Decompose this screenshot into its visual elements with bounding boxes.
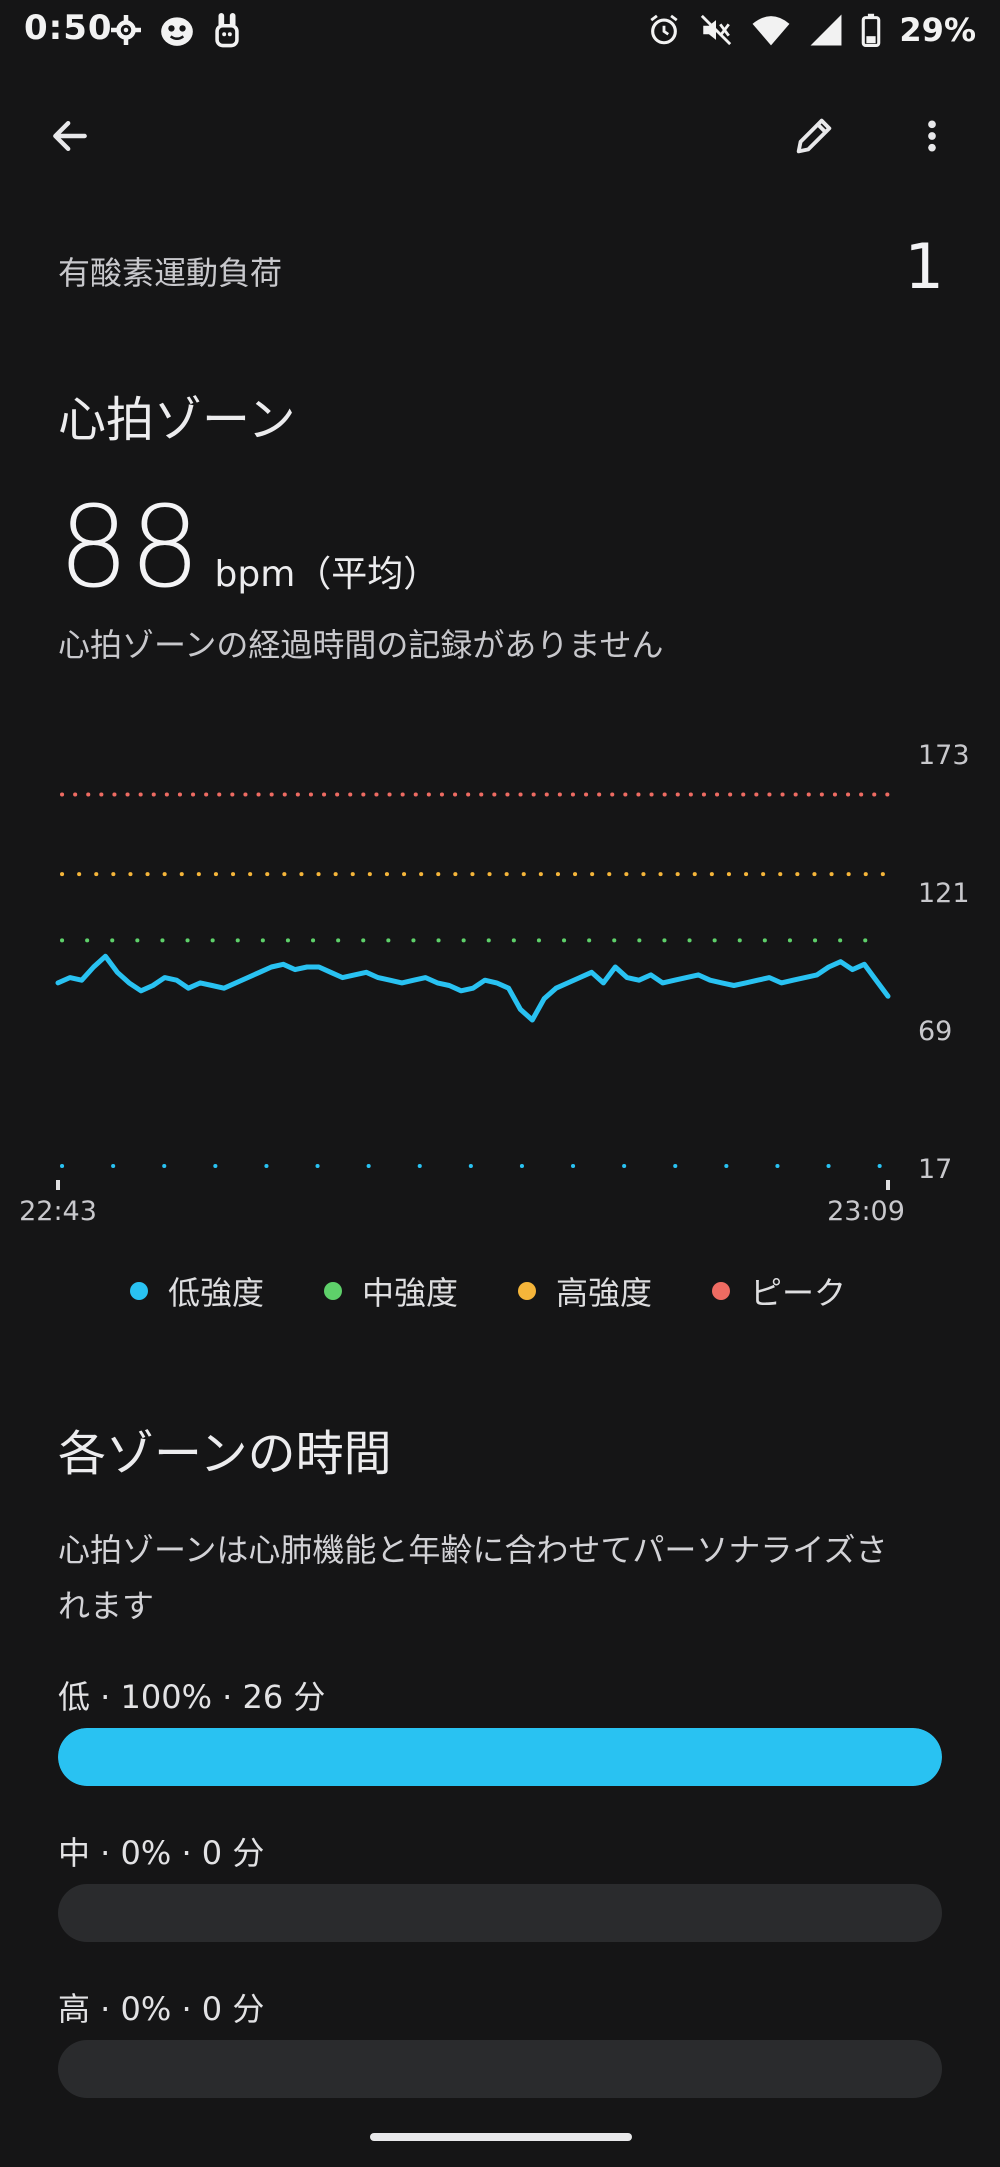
zone-no-record-note: 心拍ゾーンの経過時間の記録がありません [58, 626, 664, 664]
wifi-icon [752, 16, 790, 46]
aerobic-load-label: 有酸素運動負荷 [58, 254, 283, 292]
aerobic-load-value: 1 [904, 230, 944, 303]
status-system-icons: 29% [647, 8, 976, 52]
battery-icon [862, 13, 881, 47]
zone-mid-bar [58, 1884, 942, 1942]
back-button[interactable] [38, 104, 102, 168]
legend-low-label: 低強度 [168, 1274, 265, 1312]
alarm-icon [650, 14, 679, 45]
legend-mid-label: 中強度 [362, 1274, 459, 1312]
more-options-button[interactable] [900, 104, 964, 168]
x-label-end: 23:09 [827, 1196, 905, 1227]
legend-high-label: 高強度 [556, 1274, 653, 1312]
settings-sync-icon [111, 15, 141, 45]
zone-mid-label: 中 · 0% · 0 分 [58, 1834, 265, 1872]
more-vert-icon [928, 120, 936, 152]
app-face-icon [161, 17, 193, 46]
y-tick-label: 17 [918, 1154, 952, 1185]
zone-low-bar [58, 1728, 942, 1786]
heart-rate-chart: 173 121 69 17 22:43 23:09 [19, 740, 970, 1227]
signal-icon [810, 14, 842, 46]
x-label-start: 22:43 [19, 1196, 97, 1227]
legend-low: 低強度 [130, 1268, 264, 1314]
pencil-icon [796, 118, 832, 154]
legend-mid-dot [324, 1282, 343, 1300]
status-notification-icons [108, 8, 244, 52]
zones-time-title: 各ゾーンの時間 [58, 1426, 392, 1482]
legend-peak: ピーク [712, 1268, 846, 1314]
y-tick-label: 121 [918, 878, 970, 909]
heart-rate-line [55, 953, 891, 1023]
zones-description-line1: 心拍ゾーンは心肺機能と年齢に合わせてパーソナライズさ [58, 1531, 888, 1569]
heart-zone-title: 心拍ゾーン [58, 392, 296, 448]
legend-peak-label: ピーク [750, 1274, 847, 1312]
home-indicator[interactable] [370, 2133, 632, 2141]
mute-icon [701, 14, 732, 46]
legend-high: 高強度 [518, 1268, 652, 1314]
edit-button[interactable] [782, 104, 846, 168]
chart-legend: 低強度 中強度 高強度 ピーク [130, 1268, 846, 1314]
status-time: 0:50 [24, 8, 113, 48]
average-bpm-value: 88 [58, 483, 201, 613]
zones-description-line2: れます [58, 1587, 155, 1625]
zone-low-label: 低 · 100% · 26 分 [58, 1678, 326, 1716]
y-tick-label: 173 [918, 740, 970, 771]
legend-low-dot [130, 1282, 148, 1300]
legend-high-dot [518, 1282, 537, 1300]
legend-peak-dot [712, 1282, 731, 1300]
y-tick-label: 69 [918, 1016, 952, 1047]
battery-percent: 29% [899, 11, 976, 49]
zone-high-bar [58, 2040, 942, 2098]
average-bpm: 88 bpm（平均） [58, 492, 439, 604]
arrow-back-icon [53, 120, 87, 152]
legend-mid: 中強度 [324, 1268, 458, 1314]
zone-high-label: 高 · 0% · 0 分 [58, 1990, 265, 2028]
zone-low-bar-fill [58, 1728, 942, 1786]
average-bpm-unit: bpm（平均） [214, 554, 440, 595]
rabbit-app-icon [215, 13, 239, 48]
zones-description: 心拍ゾーンは心肺機能と年齢に合わせてパーソナライズさ れます [58, 1522, 887, 1634]
